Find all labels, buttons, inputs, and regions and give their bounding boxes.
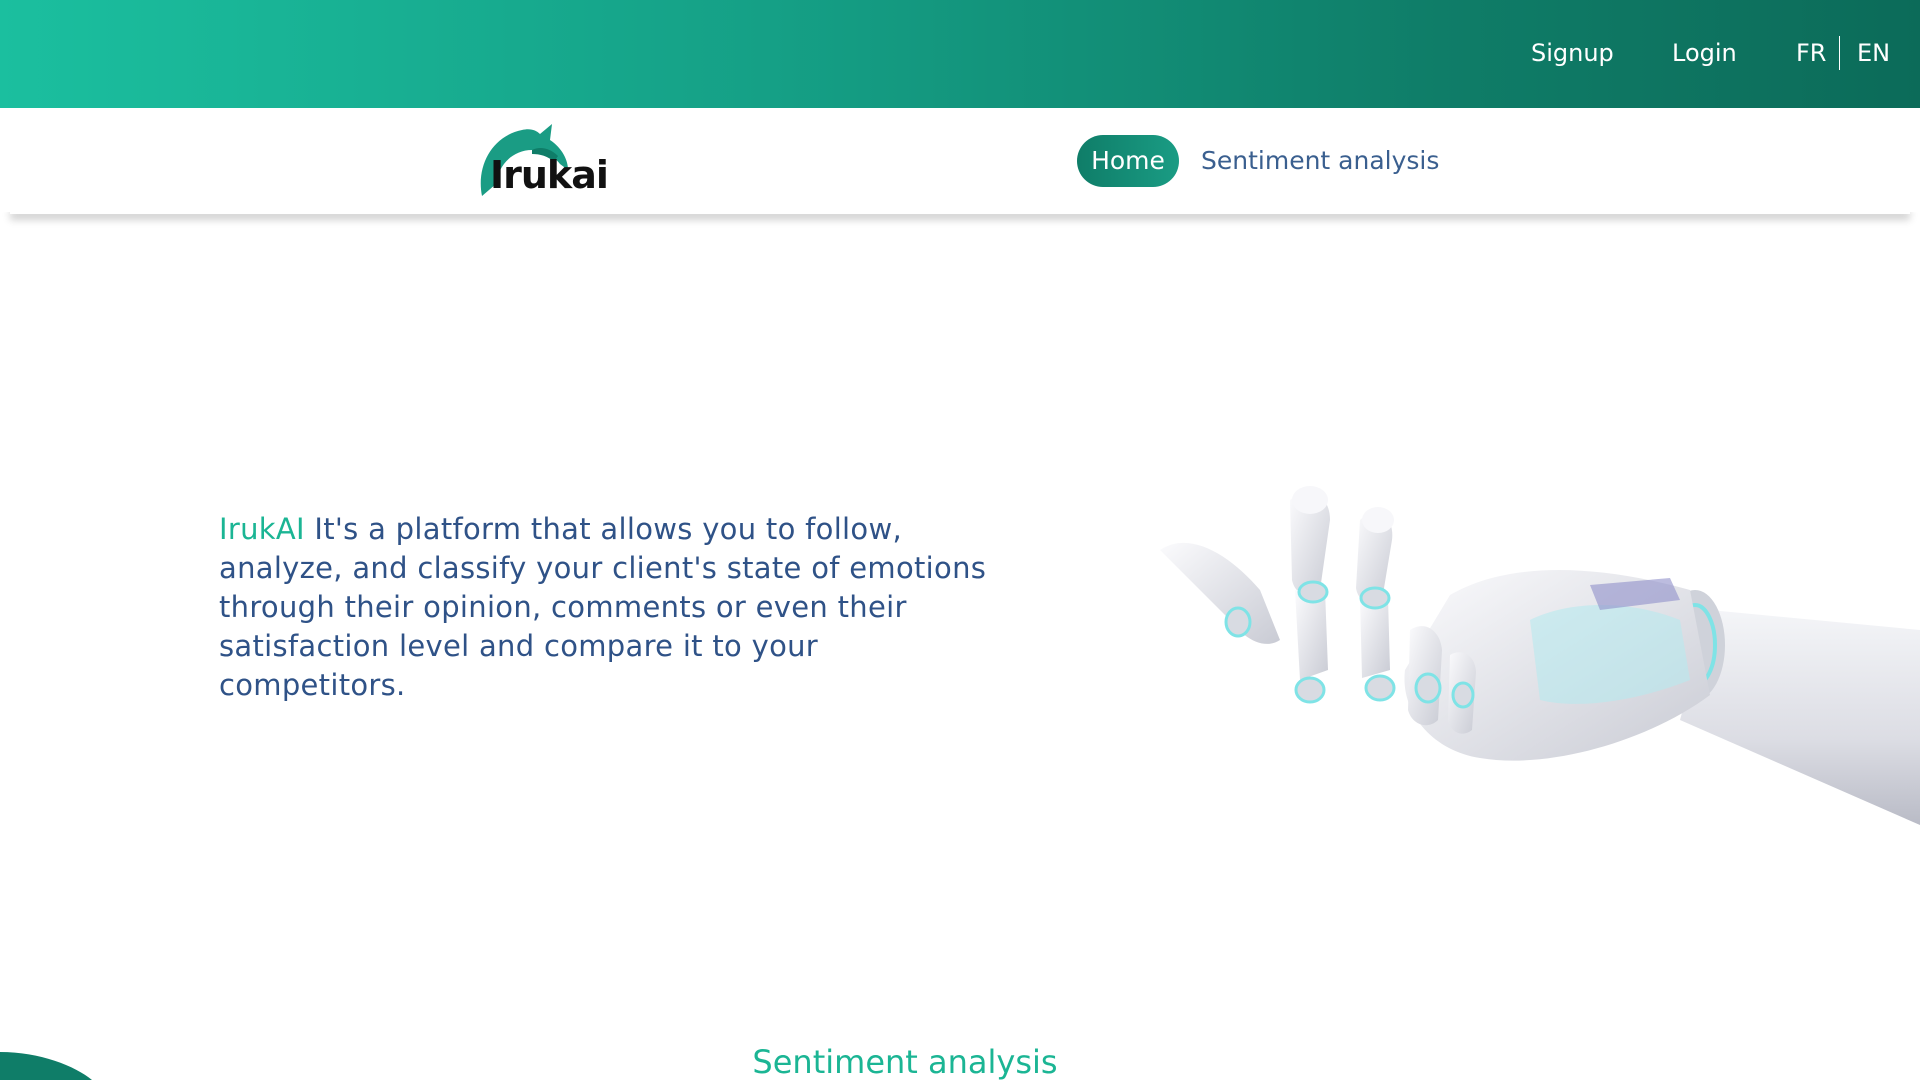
language-divider [1839, 36, 1840, 70]
main-navbar [0, 108, 1920, 212]
signup-link[interactable]: Signup [1531, 37, 1614, 69]
language-en-link[interactable]: EN [1857, 37, 1890, 69]
login-link[interactable]: Login [1672, 37, 1737, 69]
section-title-sentiment-analysis: Sentiment analysis [752, 1043, 1058, 1081]
decorative-wave-shape [0, 1052, 92, 1080]
robot-hand-icon [1160, 486, 1920, 825]
hero-description: IrukAI It's a platform that allows you t… [219, 510, 1009, 705]
nav-home-button[interactable]: Home [1077, 135, 1179, 187]
hero-description-text: It's a platform that allows you to follo… [219, 512, 987, 702]
logo-wordmark: Irukai [490, 153, 609, 197]
top-bar: Signup Login FR EN [0, 0, 1920, 108]
language-fr-link[interactable]: FR [1796, 37, 1826, 69]
nav-sentiment-analysis-link[interactable]: Sentiment analysis [1201, 144, 1439, 178]
hero-brand-name: IrukAI [219, 512, 305, 546]
